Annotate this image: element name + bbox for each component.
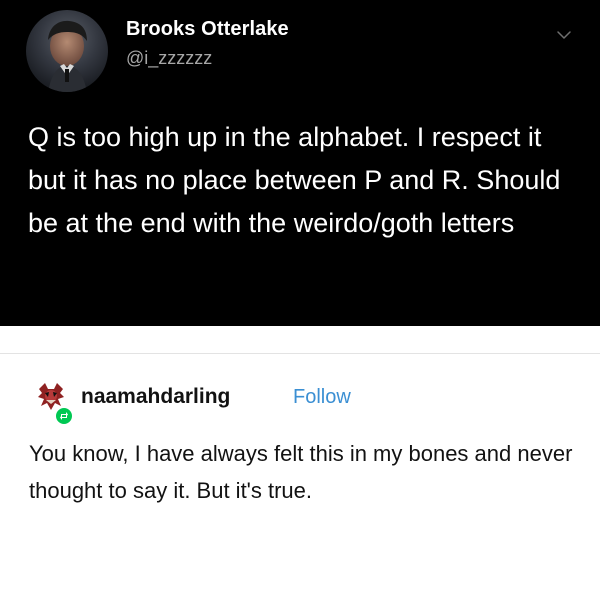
chevron-down-icon[interactable] [556,27,572,43]
tumblr-username[interactable]: naamahdarling [81,385,230,409]
section-separator [0,326,600,354]
reblog-icon [54,406,74,426]
screenshot-page: Brooks Otterlake @i_zzzzzz Q is too high… [0,0,600,597]
tweet-card: Brooks Otterlake @i_zzzzzz Q is too high… [0,0,600,326]
tweet-text: Q is too high up in the alphabet. I resp… [28,122,561,238]
tweet-author-handle[interactable]: @i_zzzzzz [126,48,212,69]
follow-button[interactable]: Follow [293,386,351,409]
tweet-author-avatar[interactable] [26,10,108,92]
tumblr-post-text: You know, I have always felt this in my … [29,441,573,503]
tumblr-post: naamahdarling Follow You know, I have al… [0,354,600,597]
tweet-author-name[interactable]: Brooks Otterlake [126,18,289,41]
